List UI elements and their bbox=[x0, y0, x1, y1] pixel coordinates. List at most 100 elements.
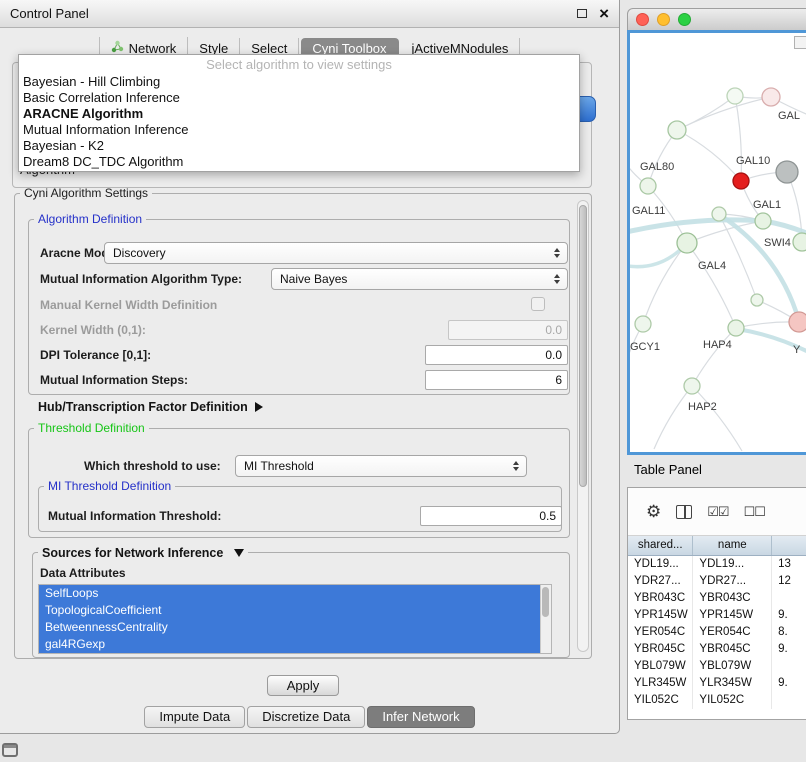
bottom-tab-discretize-data[interactable]: Discretize Data bbox=[247, 706, 365, 728]
minimize-traffic-light-icon[interactable] bbox=[657, 13, 670, 26]
algorithm-option-basic-correlation-inference[interactable]: Basic Correlation Inference bbox=[19, 90, 579, 106]
network-node-gal10[interactable] bbox=[733, 173, 749, 189]
deselect-all-checkboxes-icon[interactable]: ☐☐ bbox=[744, 504, 765, 520]
network-node-hap4[interactable] bbox=[728, 320, 744, 336]
table-row[interactable]: YER054CYER054C8. bbox=[628, 624, 806, 641]
network-node-gal11[interactable] bbox=[640, 178, 656, 194]
table-row[interactable]: YDR27...YDR27...12 bbox=[628, 573, 806, 590]
algorithm-option-aracne-algorithm[interactable]: ARACNE Algorithm bbox=[19, 106, 579, 122]
table-cell[interactable]: YDR27... bbox=[693, 573, 772, 590]
hub-definition-disclosure[interactable]: Hub/Transcription Factor Definition bbox=[38, 400, 263, 414]
table-cell[interactable]: YDR27... bbox=[628, 573, 693, 590]
table-cell[interactable]: 12 bbox=[772, 573, 806, 590]
network-edge[interactable] bbox=[677, 96, 735, 130]
network-canvas[interactable]: GAL80GALGAL10GAL11GAL1SWI4GAL4GCY1HAP4YH… bbox=[627, 30, 806, 455]
algorithm-option-bayesian-hill-climbing[interactable]: Bayesian - Hill Climbing bbox=[19, 74, 579, 90]
network-node-unlabeled[interactable] bbox=[712, 207, 726, 221]
float-window-icon[interactable] bbox=[577, 9, 587, 18]
network-node-gcy1[interactable] bbox=[635, 316, 651, 332]
sources-disclosure[interactable]: Sources for Network Inference bbox=[38, 546, 248, 560]
data-attribute-betweennesscentrality[interactable]: BetweennessCentrality bbox=[39, 619, 540, 636]
table-row[interactable]: YLR345WYLR345W9. bbox=[628, 675, 806, 692]
select-all-checkboxes-icon[interactable]: ☑☑ bbox=[707, 504, 728, 520]
network-edge[interactable] bbox=[735, 96, 741, 181]
close-traffic-light-icon[interactable] bbox=[636, 13, 649, 26]
table-cell[interactable]: 9. bbox=[772, 641, 806, 658]
table-cell[interactable]: YER054C bbox=[693, 624, 772, 641]
mi-type-select[interactable]: Naive Bayes bbox=[271, 268, 568, 290]
table-cell[interactable] bbox=[772, 658, 806, 675]
table-cell[interactable]: YBL079W bbox=[628, 658, 693, 675]
network-node-y[interactable] bbox=[789, 312, 806, 332]
table-cell[interactable]: YLR345W bbox=[693, 675, 772, 692]
table-row[interactable]: YBL079WYBL079W bbox=[628, 658, 806, 675]
settings-scrollbar[interactable] bbox=[577, 200, 589, 652]
kernel-width-field[interactable] bbox=[448, 320, 568, 340]
network-edge[interactable] bbox=[687, 243, 736, 328]
table-row[interactable]: YBR045CYBR045C9. bbox=[628, 641, 806, 658]
dpi-tolerance-field[interactable] bbox=[425, 345, 568, 365]
table-cell[interactable] bbox=[772, 590, 806, 607]
canvas-corner-tool-icon[interactable] bbox=[794, 36, 806, 49]
mi-steps-field[interactable] bbox=[425, 370, 568, 390]
network-edge[interactable] bbox=[677, 130, 741, 181]
table-cell[interactable]: YDL19... bbox=[693, 556, 772, 573]
data-attribute-selfloops[interactable]: SelfLoops bbox=[39, 585, 540, 602]
table-cell[interactable]: YPR145W bbox=[693, 607, 772, 624]
network-node-hap2[interactable] bbox=[684, 378, 700, 394]
minimized-panel-icon[interactable] bbox=[2, 743, 18, 757]
network-edge[interactable] bbox=[692, 328, 736, 386]
network-node-unlabeled[interactable] bbox=[762, 88, 780, 106]
mi-threshold-field[interactable] bbox=[420, 506, 562, 526]
table-cell[interactable]: YBL079W bbox=[693, 658, 772, 675]
algorithm-option-mutual-information-inference[interactable]: Mutual Information Inference bbox=[19, 122, 579, 138]
gear-icon[interactable]: ⚙ bbox=[646, 503, 661, 520]
algorithm-option-dream8-dc-tdc-algorithm[interactable]: Dream8 DC_TDC Algorithm bbox=[19, 154, 579, 170]
manual-kernel-checkbox[interactable] bbox=[531, 297, 545, 311]
table-cell[interactable]: 8. bbox=[772, 624, 806, 641]
apply-button[interactable]: Apply bbox=[267, 675, 339, 696]
network-edge[interactable] bbox=[654, 386, 692, 449]
table-cell[interactable]: YBR043C bbox=[628, 590, 693, 607]
settings-scrollbar-thumb[interactable] bbox=[579, 205, 587, 487]
network-node-gal4[interactable] bbox=[677, 233, 697, 253]
close-window-icon[interactable]: × bbox=[599, 5, 609, 22]
table-cell[interactable]: YBR045C bbox=[628, 641, 693, 658]
aracne-mode-select[interactable]: Discovery bbox=[104, 242, 568, 264]
network-node-unlabeled[interactable] bbox=[776, 161, 798, 183]
table-row[interactable]: YDL19...YDL19...13 bbox=[628, 556, 806, 573]
table-cell[interactable]: YIL052C bbox=[693, 692, 772, 709]
network-node-swi4[interactable] bbox=[793, 233, 806, 251]
table-cell[interactable] bbox=[772, 692, 806, 709]
network-node-gal1[interactable] bbox=[755, 213, 771, 229]
table-cell[interactable]: YBR043C bbox=[693, 590, 772, 607]
network-node-unlabeled[interactable] bbox=[751, 294, 763, 306]
data-attribute-gal4rgexp[interactable]: gal4RGexp bbox=[39, 636, 540, 653]
table-cell[interactable]: YER054C bbox=[628, 624, 693, 641]
network-edge[interactable] bbox=[643, 243, 687, 324]
which-threshold-select[interactable]: MI Threshold bbox=[235, 455, 527, 477]
network-node-gal80[interactable] bbox=[668, 121, 686, 139]
column-header-name[interactable]: name bbox=[693, 536, 772, 555]
table-cell[interactable]: 13 bbox=[772, 556, 806, 573]
table-cell[interactable]: YIL052C bbox=[628, 692, 693, 709]
table-row[interactable]: YBR043CYBR043C bbox=[628, 590, 806, 607]
table-cell[interactable]: YDL19... bbox=[628, 556, 693, 573]
bottom-tab-infer-network[interactable]: Infer Network bbox=[367, 706, 474, 728]
data-attribute-topologicalcoefficient[interactable]: TopologicalCoefficient bbox=[39, 602, 540, 619]
bottom-tab-impute-data[interactable]: Impute Data bbox=[144, 706, 245, 728]
table-cell[interactable]: 9. bbox=[772, 607, 806, 624]
list-scrollbar[interactable] bbox=[540, 585, 551, 653]
column-header-shared[interactable]: shared... bbox=[628, 536, 693, 555]
list-scrollbar-thumb[interactable] bbox=[542, 587, 549, 617]
table-row[interactable]: YPR145WYPR145W9. bbox=[628, 607, 806, 624]
table-cell[interactable]: 9. bbox=[772, 675, 806, 692]
columns-icon[interactable] bbox=[676, 505, 692, 519]
table-cell[interactable]: YPR145W bbox=[628, 607, 693, 624]
network-node-unlabeled[interactable] bbox=[727, 88, 743, 104]
table-cell[interactable]: YBR045C bbox=[693, 641, 772, 658]
zoom-traffic-light-icon[interactable] bbox=[678, 13, 691, 26]
network-edge[interactable] bbox=[692, 386, 742, 451]
network-edge[interactable] bbox=[677, 97, 771, 130]
table-row[interactable]: YIL052CYIL052C bbox=[628, 692, 806, 709]
